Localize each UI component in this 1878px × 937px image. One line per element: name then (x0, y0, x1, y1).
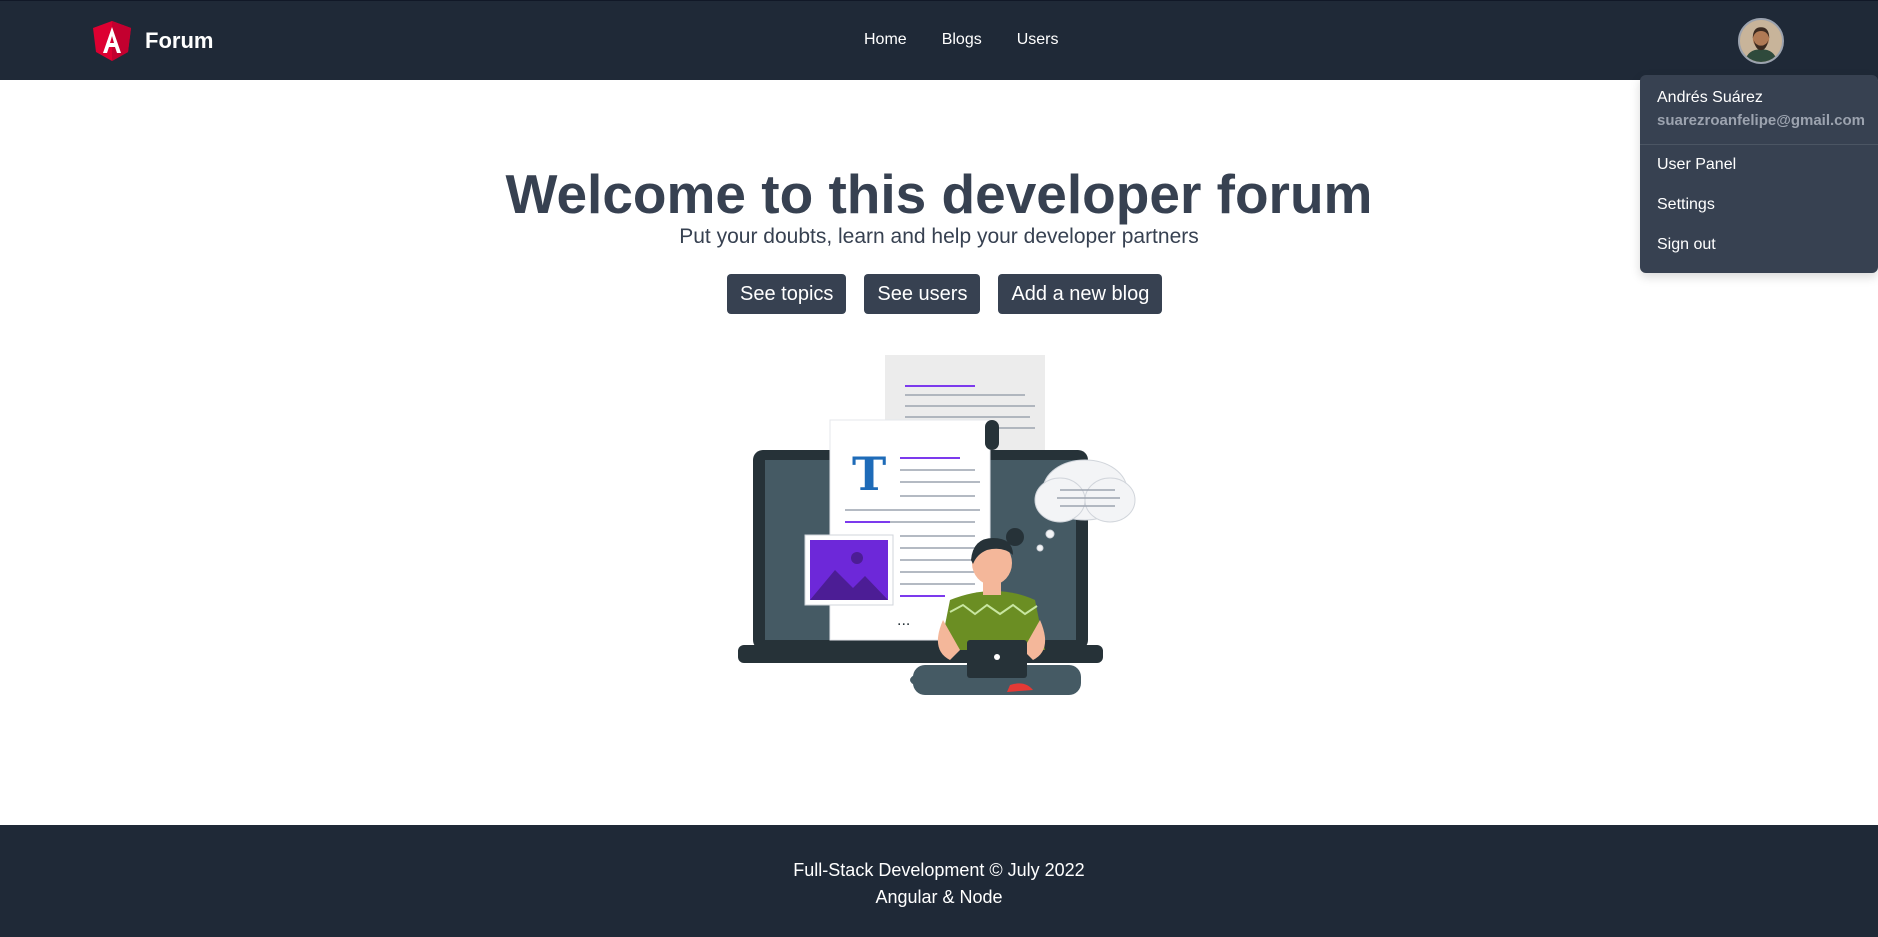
see-users-button[interactable]: See users (864, 274, 981, 314)
nav-link-blogs[interactable]: Blogs (942, 31, 982, 49)
dropdown-user-email: suarezroanfelipe@gmail.com (1657, 112, 1866, 129)
avatar-image (1740, 20, 1782, 62)
top-navbar: Forum Home Blogs Users (0, 0, 1878, 80)
developer-illustration: T ... (738, 355, 1136, 695)
dropdown-user-name: Andrés Suárez (1657, 89, 1763, 106)
main-nav: Home Blogs Users (864, 31, 1094, 49)
dropdown-user-info: Andrés Suárez suarezroanfelipe@gmail.com (1640, 75, 1878, 145)
see-topics-button[interactable]: See topics (727, 274, 847, 314)
illustration-letter: T (852, 447, 886, 501)
user-avatar-button[interactable] (1738, 18, 1784, 64)
hero-subtitle: Put your doubts, learn and help your dev… (679, 225, 1199, 248)
add-new-blog-button[interactable]: Add a new blog (998, 274, 1163, 314)
footer-copyright: Full-Stack Development © July 2022 (793, 860, 1085, 880)
brand-name: Forum (145, 28, 214, 53)
footer-tech-stack: Angular & Node (875, 887, 1003, 907)
illustration-ellipsis: ... (897, 612, 910, 629)
angular-logo-icon (93, 21, 131, 61)
page-footer: Full-Stack Development © July 2022 Angul… (0, 825, 1878, 937)
nav-link-users[interactable]: Users (1017, 31, 1059, 49)
brand[interactable]: Forum (93, 21, 213, 61)
nav-link-home[interactable]: Home (864, 31, 907, 49)
hero-actions: See topics See users Add a new blog (727, 274, 1180, 314)
hero-title: Welcome to this developer forum (505, 163, 1373, 225)
